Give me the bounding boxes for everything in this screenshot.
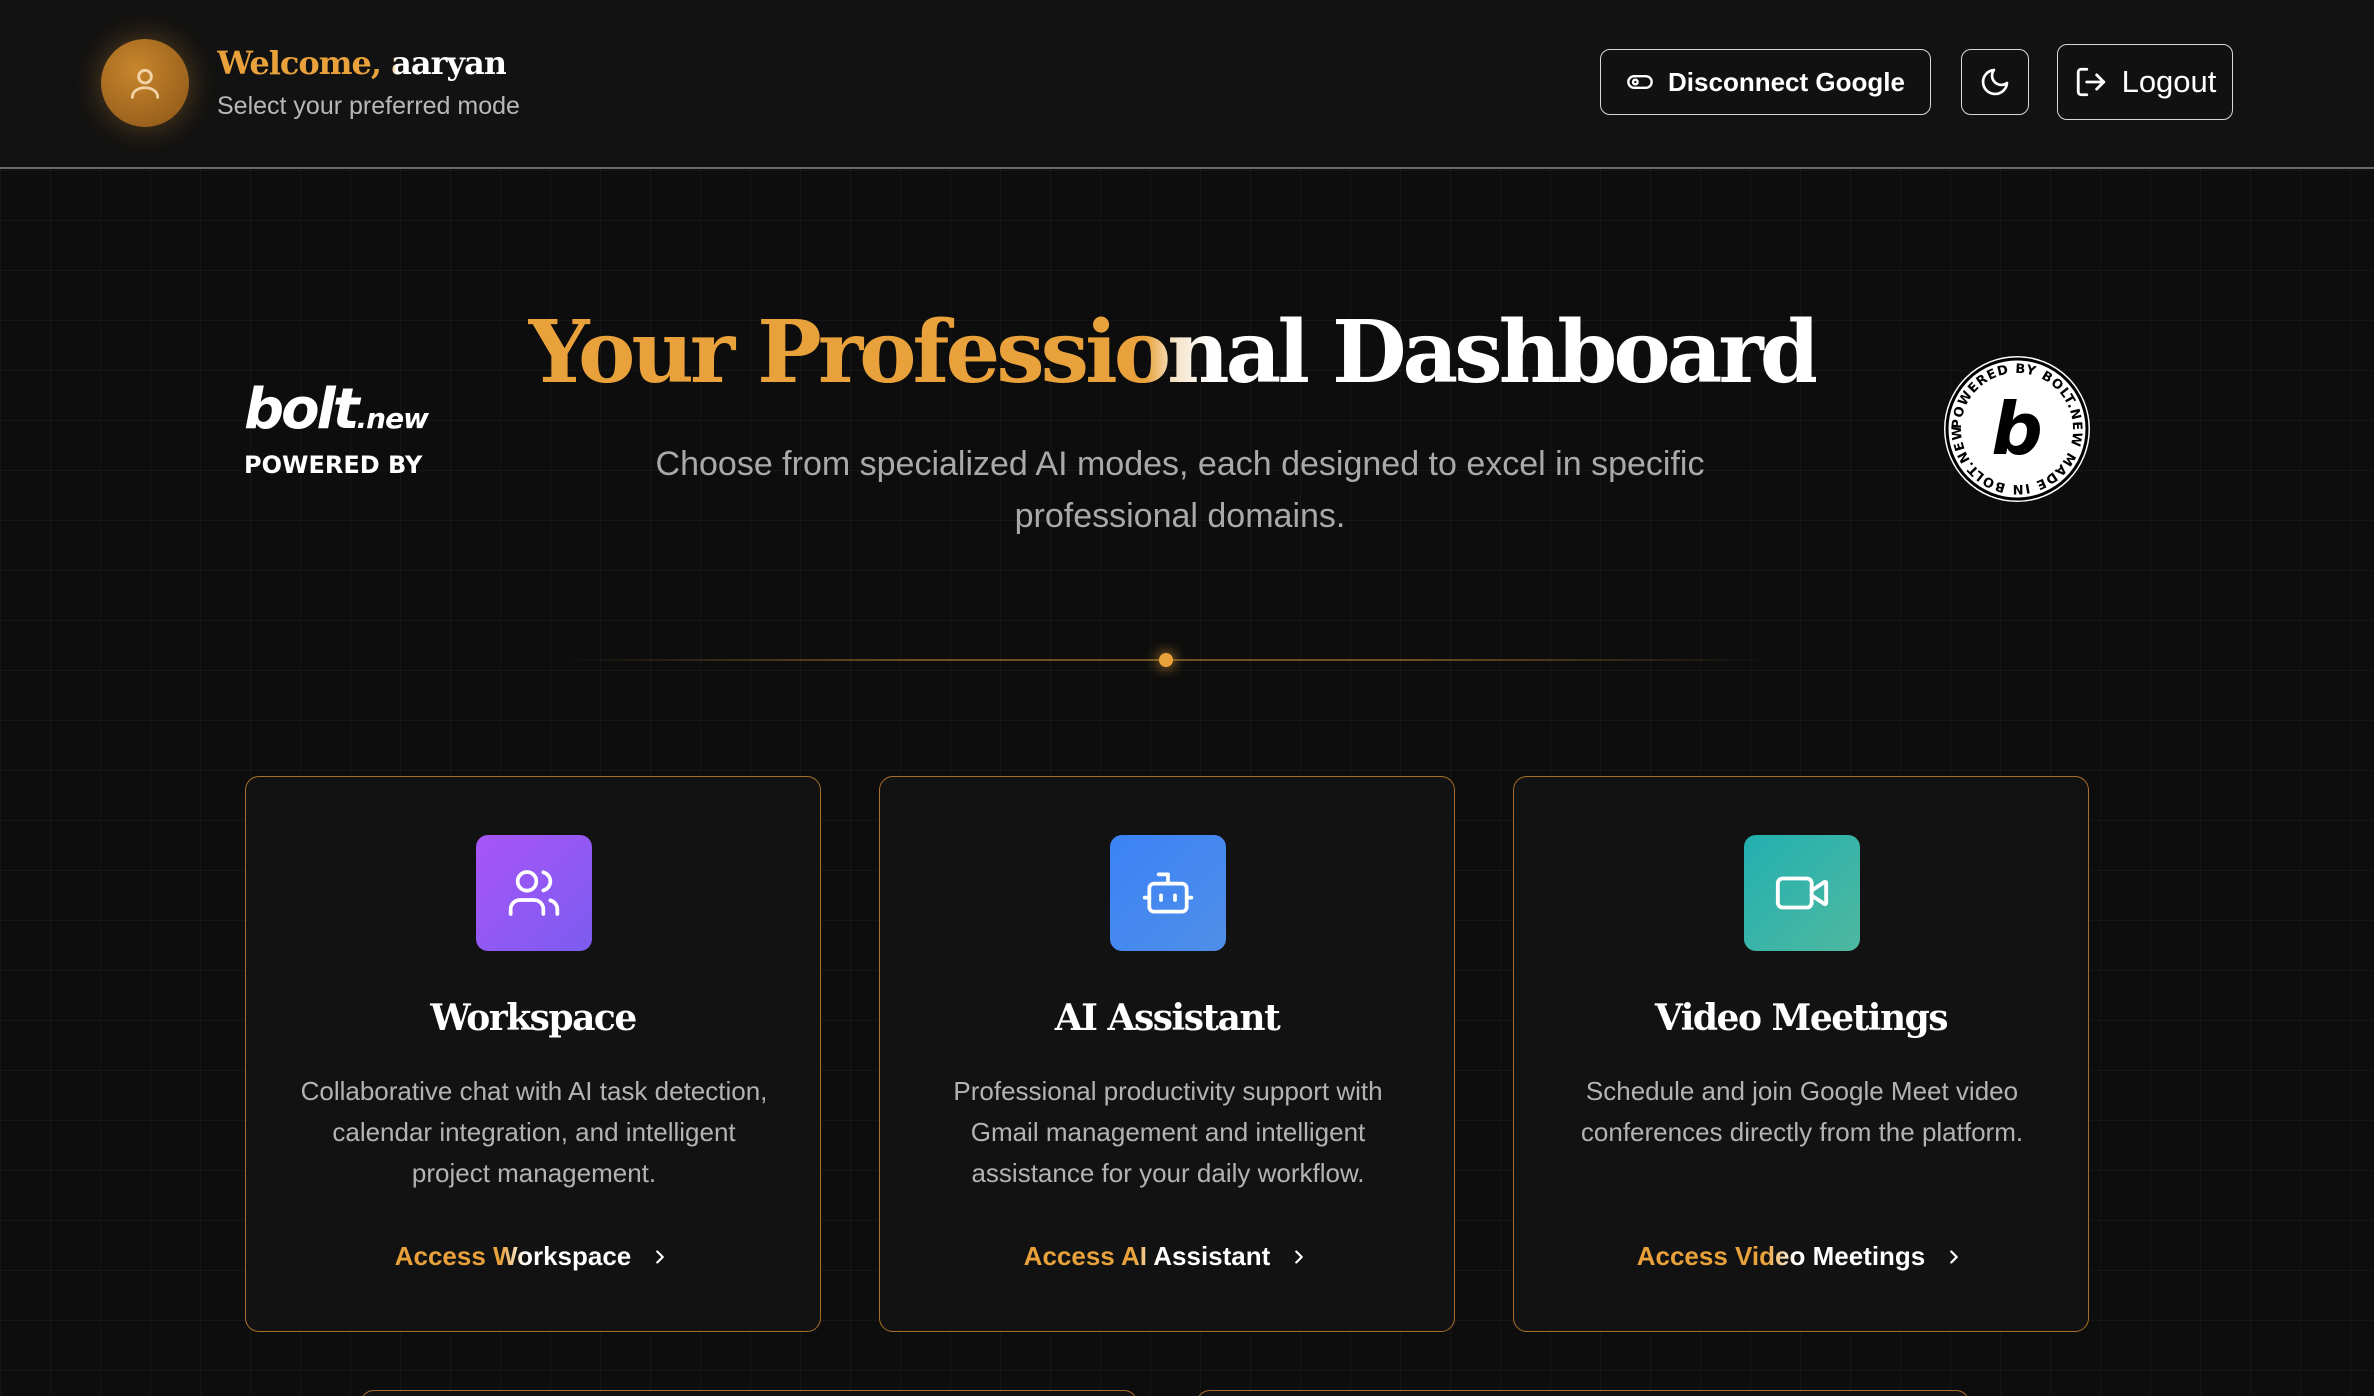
- page-title: Your Professional Dashboard: [528, 302, 1820, 403]
- moon-icon: [1981, 68, 2009, 96]
- card-link-label: Access Workspace: [394, 1241, 632, 1271]
- card-description: Collaborative chat with AI task detectio…: [300, 1076, 768, 1188]
- user-icon: [130, 68, 160, 99]
- chevron-right-icon: [1295, 1249, 1304, 1264]
- welcome-text: Welcome, aaryan: [217, 44, 507, 82]
- logout-label: Logout: [2121, 64, 2217, 99]
- users-icon: [476, 835, 592, 951]
- divider-dot: [1159, 653, 1173, 667]
- logout-button[interactable]: Logout: [2057, 44, 2233, 120]
- mode-subtitle: Select your preferred mode: [217, 92, 520, 120]
- disconnect-google-label: Disconnect Google: [1668, 66, 1905, 97]
- video-icon: [1744, 835, 1860, 951]
- card-title: Video Meetings: [1654, 997, 1949, 1039]
- theme-toggle-button[interactable]: [1961, 49, 2029, 115]
- card-link-label: Access Video Meetings: [1636, 1241, 1926, 1271]
- card-description: Professional productivity support with G…: [953, 1076, 1383, 1188]
- top-header: Welcome, aaryan Select your preferred mo…: [0, 0, 2374, 169]
- page-subtitle: Choose from specialized AI modes, each d…: [655, 445, 1705, 535]
- chevron-right-icon: [1950, 1249, 1959, 1264]
- card-title: AI Assistant: [1054, 997, 1281, 1039]
- toggle-icon: [1627, 75, 1653, 89]
- partial-card[interactable]: [360, 1390, 1138, 1396]
- access-ai-assistant-link[interactable]: Access AI Assistant: [880, 1241, 1454, 1272]
- chevron-right-icon: [656, 1249, 665, 1264]
- card-description: Schedule and join Google Meet video conf…: [1580, 1076, 2024, 1147]
- logout-icon: [2076, 67, 2105, 97]
- workspace-card[interactable]: Workspace Collaborative chat with AI tas…: [245, 776, 821, 1332]
- avatar[interactable]: [101, 39, 189, 127]
- access-workspace-link[interactable]: Access Workspace: [246, 1241, 820, 1272]
- ai-assistant-card[interactable]: AI Assistant Professional productivity s…: [879, 776, 1455, 1332]
- card-title: Workspace: [430, 997, 637, 1039]
- powered-by-label: POWERED BY: [244, 451, 423, 479]
- disconnect-google-button[interactable]: Disconnect Google: [1600, 49, 1931, 115]
- bot-icon: [1110, 835, 1226, 951]
- partial-card[interactable]: [1196, 1390, 1970, 1396]
- access-video-meetings-link[interactable]: Access Video Meetings: [1514, 1241, 2088, 1272]
- card-link-label: Access AI Assistant: [1023, 1241, 1271, 1271]
- video-meetings-card[interactable]: Video Meetings Schedule and join Google …: [1513, 776, 2089, 1332]
